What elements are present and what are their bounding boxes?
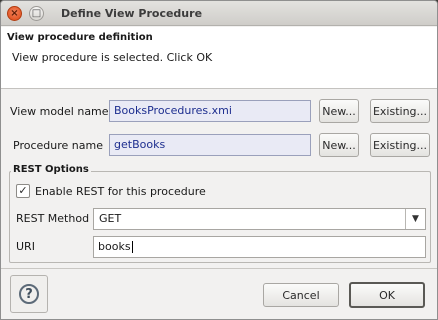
title-bar: × □ Define View Procedure	[1, 1, 437, 26]
ok-button[interactable]: OK	[349, 282, 425, 308]
header-title: View procedure definition	[7, 32, 153, 43]
procedure-existing-button[interactable]: Existing...	[370, 133, 430, 157]
uri-label: URI	[16, 240, 35, 253]
help-icon: ?	[19, 284, 39, 304]
enable-rest-checkbox[interactable]: ✓	[16, 184, 30, 198]
uri-value: books	[98, 240, 131, 253]
rest-method-label: REST Method	[16, 212, 90, 225]
chevron-down-icon[interactable]: ▼	[405, 209, 425, 229]
enable-rest-label[interactable]: Enable REST for this procedure	[35, 185, 206, 198]
procedure-new-button[interactable]: New...	[319, 133, 359, 157]
cancel-button[interactable]: Cancel	[263, 283, 339, 307]
procedure-name-field[interactable]: getBooks	[109, 134, 311, 156]
uri-input[interactable]: books	[93, 236, 426, 258]
check-icon: ✓	[18, 184, 28, 197]
rest-method-select[interactable]: GET ▼	[93, 208, 426, 230]
view-model-new-button[interactable]: New...	[319, 99, 359, 123]
text-caret	[131, 241, 133, 253]
view-model-existing-button[interactable]: Existing...	[370, 99, 430, 123]
close-icon[interactable]: ×	[7, 6, 22, 21]
header-message: View procedure is selected. Click OK	[12, 51, 213, 64]
view-model-label: View model name	[10, 105, 109, 118]
view-model-field[interactable]: BooksProcedures.xmi	[109, 100, 311, 122]
window-title: Define View Procedure	[61, 7, 203, 20]
header-panel: View procedure definition View procedure…	[1, 27, 437, 89]
rest-options-title: REST Options	[11, 164, 91, 175]
rest-method-value: GET	[99, 212, 122, 225]
help-button[interactable]: ?	[10, 275, 48, 313]
footer-separator	[1, 268, 437, 269]
dialog-window: × □ Define View Procedure View procedure…	[0, 0, 438, 320]
maximize-icon[interactable]: □	[29, 6, 44, 21]
procedure-name-label: Procedure name	[13, 139, 103, 152]
